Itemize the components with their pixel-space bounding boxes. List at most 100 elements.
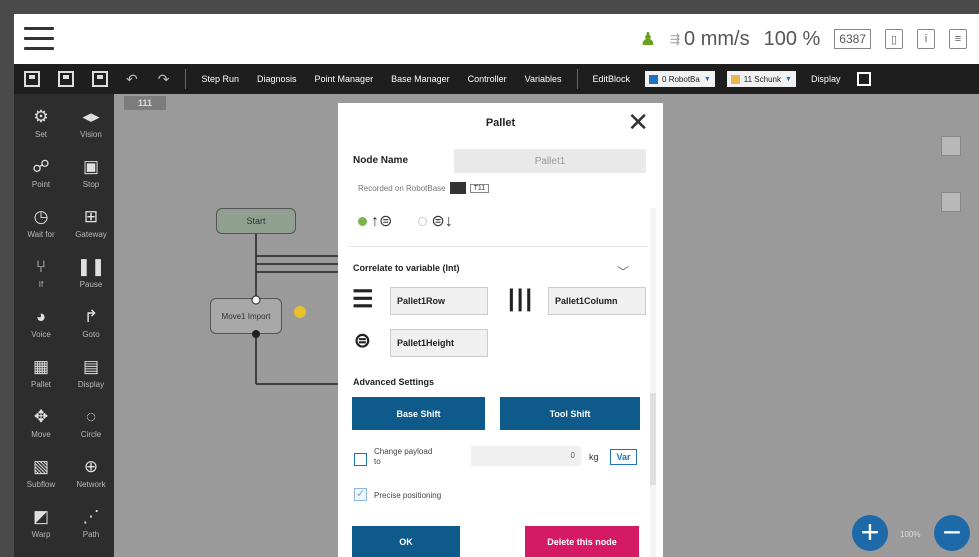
palette-item-warp[interactable]: ◩ Warp: [16, 504, 66, 554]
status-bar: ♟ ⇶ 0 mm/s 100 % 6387 ▯ i ≡: [14, 14, 979, 64]
var-button[interactable]: Var: [610, 449, 637, 465]
palette-item-wait-for[interactable]: ◷ Wait for: [16, 204, 66, 254]
precise-positioning-checkbox[interactable]: [354, 487, 367, 501]
palette-item-label: Warp: [31, 530, 51, 539]
palette-item-point[interactable]: ☍ Point: [16, 154, 66, 204]
dropdown-arrow-icon: ▼: [785, 75, 792, 83]
stack-down-option[interactable]: ⊜↓: [418, 211, 453, 231]
ok-button[interactable]: OK: [352, 526, 460, 557]
save-icon[interactable]: [24, 71, 40, 87]
column-variable-field[interactable]: Pallet1Column: [548, 287, 646, 315]
editblock-button[interactable]: EditBlock: [593, 74, 631, 84]
redo-icon[interactable]: ↷: [158, 71, 170, 88]
tool-badge: T11: [469, 183, 490, 193]
palette-item-label: Pallet: [30, 380, 51, 389]
minimap-icon[interactable]: [941, 192, 961, 212]
step-run-button[interactable]: Step Run: [201, 74, 239, 84]
radio-selected: [358, 216, 367, 226]
palette-item-move[interactable]: ✥ Move: [16, 404, 66, 454]
close-icon[interactable]: ✕: [627, 109, 649, 135]
palette-item-label: Path: [82, 530, 100, 539]
palette-item-circle[interactable]: ◌ Circle: [66, 404, 116, 454]
base-select[interactable]: 0 RobotBa ▼: [645, 71, 715, 87]
node-name-label: Node Name: [353, 155, 409, 166]
zoom-in-icon[interactable]: +: [852, 515, 888, 551]
user-icon[interactable]: ♟: [640, 29, 656, 50]
tool-select[interactable]: 11 Schunk ▼: [726, 71, 796, 87]
status-group: ♟ ⇶ 0 mm/s 100 % 6387 ▯ i ≡: [640, 24, 967, 54]
palette-item-if[interactable]: ⑂ If: [16, 254, 66, 304]
vision-icon: ◂▸: [82, 107, 100, 126]
speed-value: 0 mm/s: [684, 27, 750, 50]
speed-percent[interactable]: 100 %: [764, 28, 821, 51]
wait-icon: ◷: [33, 207, 49, 226]
palette-item-set[interactable]: ⚙ Set: [16, 104, 66, 154]
base-select-value: 0 RobotBa: [662, 74, 700, 84]
voice-icon: ◕: [35, 307, 47, 326]
base-shift-button[interactable]: Base Shift: [352, 397, 485, 430]
palette-item-goto[interactable]: ↱ Goto: [66, 304, 116, 354]
palette-item-label: Wait for: [27, 230, 55, 239]
base-manager-button[interactable]: Base Manager: [391, 74, 450, 84]
palette-item-pause[interactable]: ❚❚ Pause: [66, 254, 116, 304]
dialog-title: Pallet: [485, 117, 516, 129]
palette-item-label: Vision: [80, 130, 102, 139]
speed-icon: ⇶: [669, 32, 681, 46]
change-payload-checkbox[interactable]: [354, 453, 367, 466]
log-icon[interactable]: ≡: [949, 29, 967, 49]
palette-item-label: Network: [76, 480, 106, 489]
palette-item-label: Voice: [31, 330, 51, 339]
palette-item-label: Stop: [82, 180, 100, 189]
dialog-scroll-thumb[interactable]: [650, 393, 656, 485]
point-icon: ☍: [32, 157, 50, 176]
palette-item-vision[interactable]: ◂▸ Vision: [66, 104, 116, 154]
palette-item-stop[interactable]: ▣ Stop: [66, 154, 116, 204]
panel-toggle-icon[interactable]: [857, 72, 872, 86]
speed-readout: ⇶ 0 mm/s: [670, 28, 750, 51]
payload-input[interactable]: 0: [471, 446, 581, 466]
palette-item-network[interactable]: ⊕ Network: [66, 454, 116, 504]
ip-badge[interactable]: 6387: [834, 29, 871, 49]
pallet-icon: ▦: [32, 357, 50, 376]
advanced-settings-label: Advanced Settings: [353, 377, 435, 387]
delete-node-button[interactable]: Delete this node: [525, 526, 639, 557]
save-as-icon[interactable]: [58, 71, 74, 87]
palette-item-subflow[interactable]: ▧ Subflow: [16, 454, 66, 504]
circle-icon: ◌: [85, 407, 97, 426]
toolbar-divider: [576, 69, 578, 89]
stack-up-option[interactable]: ↑⊜: [358, 211, 392, 231]
info-icon[interactable]: i: [917, 29, 935, 49]
node-name-input[interactable]: Pallet1: [454, 149, 646, 173]
palette-item-label: If: [38, 280, 44, 289]
display-button[interactable]: Display: [811, 74, 841, 84]
palette-item-display[interactable]: ▤ Display: [66, 354, 116, 404]
row-variable-field[interactable]: Pallet1Row: [390, 287, 488, 315]
network-icon: ⊕: [83, 457, 99, 476]
tool-select-value: 11 Schunk: [743, 74, 781, 84]
undo-icon[interactable]: ↶: [126, 71, 138, 88]
dialog-scrollbar[interactable]: [650, 208, 656, 557]
palette-item-label: Goto: [82, 330, 100, 339]
hamburger-menu-icon[interactable]: [24, 27, 54, 51]
height-variable-field[interactable]: Pallet1Height: [390, 329, 488, 357]
warp-icon: ◩: [32, 507, 50, 526]
palette-item-pallet[interactable]: ▦ Pallet: [16, 354, 66, 404]
base-badge-icon: [449, 182, 466, 194]
palette-item-label: Display: [77, 380, 105, 389]
main-toolbar: ↶ ↷ Step Run Diagnosis Point Manager Bas…: [14, 64, 979, 94]
settings-panel-icon[interactable]: [941, 136, 961, 156]
palette-item-label: Set: [34, 130, 47, 139]
subflow-icon: ▧: [32, 457, 50, 476]
palette-item-label: Subflow: [26, 480, 56, 489]
point-manager-button[interactable]: Point Manager: [315, 74, 374, 84]
diagnosis-button[interactable]: Diagnosis: [257, 74, 297, 84]
palette-item-voice[interactable]: ◕ Voice: [16, 304, 66, 354]
tool-shift-button[interactable]: Tool Shift: [500, 397, 640, 430]
palette-item-gateway[interactable]: ⊞ Gateway: [66, 204, 116, 254]
palette-item-path[interactable]: ⋰ Path: [66, 504, 116, 554]
export-icon[interactable]: [92, 71, 108, 87]
zoom-out-icon[interactable]: −: [934, 515, 970, 551]
variables-button[interactable]: Variables: [525, 74, 562, 84]
controller-button[interactable]: Controller: [468, 74, 507, 84]
chevron-down-icon[interactable]: ﹀: [617, 263, 629, 280]
